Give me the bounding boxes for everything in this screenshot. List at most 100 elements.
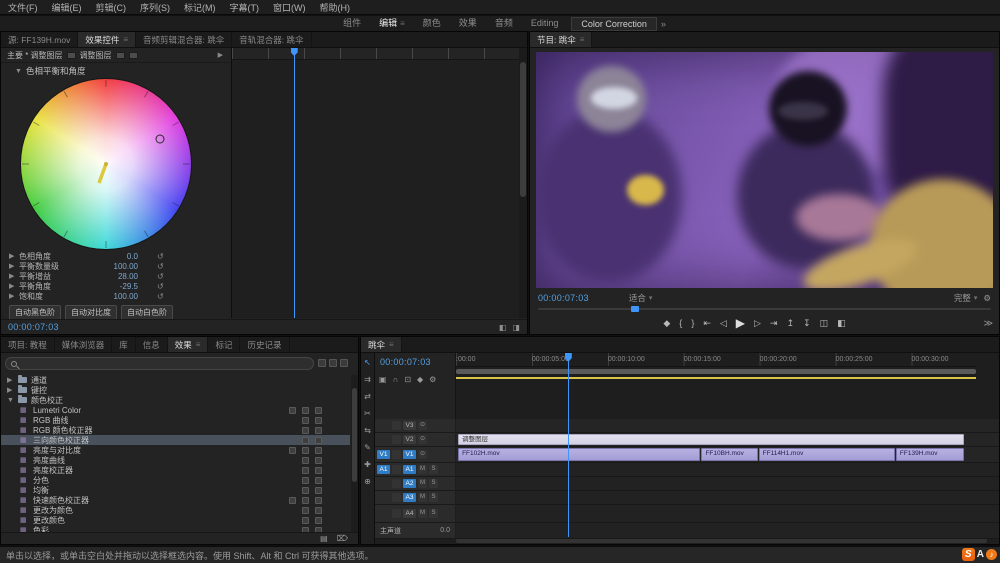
master-clip-label[interactable]: 主要 * 调整图层 [7, 50, 63, 61]
track-name-badge[interactable]: V3 [403, 421, 416, 430]
workspace-tab[interactable]: 编辑 ≡ [370, 16, 414, 31]
track-patch-badge[interactable] [377, 435, 390, 444]
effect-item-row[interactable]: ▦ 更改为颜色 [1, 505, 350, 515]
track-mute-toggle[interactable]: M [418, 509, 427, 518]
track-header[interactable]: V1 V1 ⊙ [375, 447, 455, 463]
panel-tab[interactable]: 源: FF139H.mov [1, 32, 79, 47]
track-header[interactable]: A4 M S [375, 505, 455, 523]
ec-ruler[interactable] [232, 48, 519, 60]
track-patch-badge[interactable] [377, 421, 390, 430]
timeline-clip[interactable]: 调整图层 [458, 434, 964, 445]
track-patch-badge[interactable]: A1 [377, 465, 390, 474]
track-eye-toggle[interactable]: ⊙ [418, 421, 427, 430]
disclosure-icon[interactable]: ▶ [7, 376, 14, 384]
effect-item-row[interactable]: ▦ 亮度与对比度 [1, 445, 350, 455]
effect-item-row[interactable]: ▦ 均衡 [1, 485, 350, 495]
panel-tab[interactable]: 库 [112, 337, 136, 352]
scrollbar[interactable] [519, 48, 527, 318]
extract-icon[interactable]: ↧ [803, 318, 811, 329]
panel-tab[interactable]: 效果控件 ≡ [78, 32, 137, 47]
step-forward-icon[interactable]: ▷ [754, 318, 761, 329]
effect-item-row[interactable]: ▦ 三向颜色校正器 [1, 435, 350, 445]
panel-menu-icon[interactable]: ≡ [580, 32, 585, 47]
effects-search-box[interactable] [5, 357, 314, 370]
reset-param-icon[interactable]: ↺ [157, 272, 164, 281]
disclosure-icon[interactable]: ▶ [9, 282, 16, 290]
scrollbar[interactable] [351, 375, 358, 532]
snap-icon[interactable]: ∩ [393, 375, 399, 384]
track-header[interactable]: V2 ⊙ [375, 433, 455, 447]
track-lane[interactable]: FF102H.mov FF10BH.mov FF114H1.mov FF139H.mo… [456, 447, 999, 463]
lift-icon[interactable]: ↥ [787, 318, 795, 329]
panel-tab[interactable]: 信息 [136, 337, 168, 352]
effect-item-row[interactable]: ▦ 亮度校正器 [1, 465, 350, 475]
auto-button[interactable]: 自动对比度 [65, 305, 117, 320]
menu-item[interactable]: 窗口(W) [273, 1, 306, 14]
delete-icon[interactable]: ⌦ [337, 534, 348, 543]
workspace-tab[interactable]: 颜色 [414, 16, 450, 31]
timeline-zoom-bar[interactable] [456, 369, 976, 374]
effect-item-row[interactable]: ▦ 色彩 [1, 525, 350, 532]
auto-button[interactable]: 自动白色阶 [121, 305, 173, 320]
track-lock-toggle[interactable] [392, 421, 401, 430]
track-name-badge[interactable]: V2 [403, 435, 416, 444]
track-solo-toggle[interactable]: S [429, 465, 438, 474]
disclosure-icon[interactable]: ▼ [7, 397, 14, 404]
track-header[interactable]: A2 M S [375, 477, 455, 491]
effect-section-row[interactable]: ▼ 色相平衡和角度 [1, 63, 231, 77]
workspace-overflow-icon[interactable]: » [661, 19, 666, 29]
master-track-value[interactable]: 0.0 [440, 527, 453, 534]
play-icon[interactable]: ▶ [736, 316, 745, 330]
param-value[interactable]: 100.00 [96, 262, 138, 271]
step-back-icon[interactable]: ◁ [720, 318, 727, 329]
program-video-area[interactable] [536, 52, 993, 288]
workspace-tab[interactable]: 效果 [450, 16, 486, 31]
menu-item[interactable]: 字幕(T) [230, 1, 260, 14]
go-to-in-icon[interactable]: ⇤ [703, 318, 711, 329]
effect-item-row[interactable]: ▦ 亮度曲线 [1, 455, 350, 465]
track-name-badge[interactable]: A4 [403, 509, 416, 518]
track-lock-toggle[interactable] [392, 509, 401, 518]
timeline-ruler[interactable]: :00:00 00:00:05:00 00:00:10:00 00:00:15:00 0… [456, 353, 976, 367]
track-name-badge[interactable]: A3 [403, 493, 416, 502]
hue-needle[interactable] [97, 163, 108, 184]
track-lane[interactable] [456, 505, 999, 523]
timeline-clip[interactable]: FF10BH.mov [701, 448, 758, 461]
track-patch-badge[interactable] [377, 509, 390, 518]
zoom-out-icon[interactable]: ◧ [499, 323, 507, 332]
track-header[interactable]: A1 A1 M S [375, 463, 455, 477]
scrollbar-thumb[interactable] [520, 61, 526, 197]
track-solo-toggle[interactable]: S [429, 509, 438, 518]
scrollbar-thumb[interactable] [352, 387, 357, 482]
filter-yuv-icon[interactable] [340, 359, 348, 367]
ec-mini-timeline[interactable] [231, 48, 519, 318]
panel-tab[interactable]: 历史记录 [240, 337, 290, 352]
effect-item-row[interactable]: ▦ RGB 曲线 [1, 415, 350, 425]
go-to-out-icon[interactable]: ⇥ [770, 318, 778, 329]
comparison-view-icon[interactable]: ◧ [837, 318, 846, 329]
export-frame-icon[interactable]: ◫ [820, 318, 829, 329]
track-name-badge[interactable]: V1 [403, 450, 416, 459]
program-timecode[interactable]: 00:00:07:03 [538, 293, 589, 303]
filter-32bit-icon[interactable] [329, 359, 337, 367]
zoom-tool[interactable]: ⊕ [364, 477, 371, 486]
mark-in-icon[interactable]: { [679, 318, 682, 328]
track-name-badge[interactable]: A2 [403, 479, 416, 488]
timeline-playhead[interactable] [567, 353, 569, 537]
menu-item[interactable]: 帮助(H) [320, 1, 351, 14]
panel-menu-icon[interactable]: ≡ [400, 16, 405, 31]
panel-tab[interactable]: 标记 [208, 337, 241, 352]
track-mute-toggle[interactable]: M [418, 479, 427, 488]
scrubber-track[interactable] [538, 308, 991, 310]
panel-tab[interactable]: 音频剪辑混合器: 跳伞 [136, 32, 233, 47]
ripple-edit-tool[interactable]: ⇄ [364, 392, 371, 401]
linked-selection-icon[interactable]: ⊡ [404, 375, 411, 384]
menu-item[interactable]: 剪辑(C) [96, 1, 127, 14]
track-lock-toggle[interactable] [392, 493, 401, 502]
selection-tool[interactable]: ↖ [364, 358, 371, 367]
panel-tab[interactable]: 音轨混合器: 跳伞 [232, 32, 312, 47]
panel-menu-icon[interactable]: ≡ [196, 337, 201, 352]
panel-tab[interactable]: 项目: 教程 [1, 337, 55, 352]
balance-crosshair[interactable] [155, 134, 165, 144]
auto-button[interactable]: 自动黑色阶 [9, 305, 61, 320]
